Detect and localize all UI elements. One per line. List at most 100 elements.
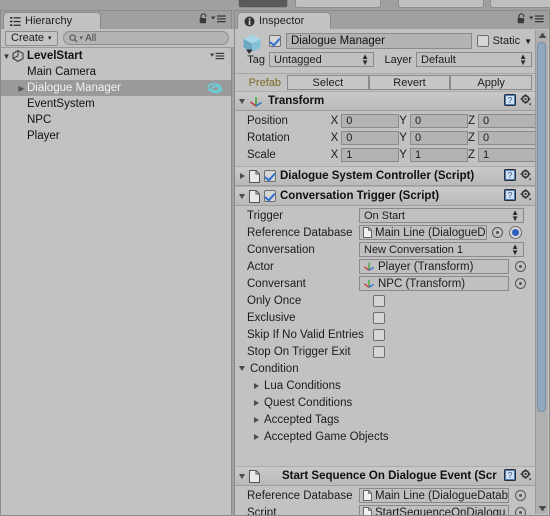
ct-foldout-arrow[interactable] [235, 193, 249, 199]
object-picker-icon[interactable] [515, 507, 526, 515]
hierarchy-item-player[interactable]: Player [1, 128, 231, 144]
gameobject-name-input[interactable]: Dialogue Manager [286, 33, 472, 49]
prefab-apply-button[interactable]: Apply [450, 75, 533, 90]
gear-icon[interactable] [520, 189, 532, 201]
hierarchy-scene-row[interactable]: ▼ LevelStart [1, 48, 231, 64]
gameobject-enabled-checkbox[interactable] [269, 35, 281, 47]
ss-foldout-arrow[interactable] [235, 473, 249, 479]
create-button[interactable]: Create ▾ [5, 30, 58, 46]
stop-on-trigger-exit-checkbox[interactable] [373, 345, 385, 358]
prefab-select-button[interactable]: Select [287, 75, 369, 90]
toolbar-button-4[interactable] [490, 0, 550, 8]
reference-database-objectfield[interactable]: Main Line (DialogueD [359, 225, 487, 240]
axis-z-label: Z [467, 114, 475, 127]
position-x-input[interactable]: 0 [341, 113, 400, 128]
condition-foldout[interactable]: Condition [235, 360, 536, 377]
toolbar-button-2[interactable] [295, 0, 381, 8]
hierarchy-item-dialogue-manager[interactable]: ▶ Dialogue Manager [1, 80, 231, 96]
ss-reference-database-row: Reference Database Main Line (DialogueDa… [235, 487, 536, 504]
help-book-icon[interactable]: ? [504, 189, 516, 201]
ss-script-objectfield[interactable]: StartSequenceOnDialogu [359, 505, 509, 515]
stop-on-trigger-exit-label: Stop On Trigger Exit [247, 345, 351, 358]
transform-foldout-arrow[interactable] [235, 98, 249, 104]
tab-hierarchy[interactable]: Hierarchy [3, 12, 101, 29]
start-sequence-header[interactable]: Start Sequence On Dialogue Event (Scri ? [235, 466, 536, 486]
exclusive-checkbox[interactable] [373, 311, 385, 324]
panel-menu-icon[interactable] [211, 14, 226, 24]
object-picker-icon[interactable] [515, 261, 526, 272]
dialogue-system-controller-header[interactable]: Dialogue System Controller (Script) ? [235, 166, 536, 186]
hierarchy-search-value: All [85, 32, 97, 44]
script-icon [249, 469, 260, 483]
position-z-input[interactable]: 0 [477, 113, 536, 128]
gear-icon[interactable] [520, 169, 532, 181]
tag-dropdown[interactable]: Untagged ▲ ▼ [269, 52, 374, 67]
position-y-input[interactable]: 0 [409, 113, 468, 128]
toolbar-button-hand[interactable] [238, 0, 288, 8]
accepted-game-objects-label: Accepted Game Objects [264, 430, 389, 443]
reference-database-radio[interactable] [509, 226, 522, 239]
lock-icon[interactable] [199, 13, 208, 24]
ct-enabled-checkbox[interactable] [264, 190, 276, 202]
quest-conditions-foldout[interactable]: Quest Conditions [235, 394, 536, 411]
gear-icon[interactable] [520, 94, 532, 106]
scale-x-input[interactable]: 1 [341, 147, 400, 162]
scroll-down-arrow-icon[interactable] [538, 505, 547, 512]
axis-z-label: Z [467, 131, 475, 144]
conversant-objectfield[interactable]: NPC (Transform) [359, 276, 509, 291]
script-icon [363, 507, 372, 515]
only-once-checkbox[interactable] [373, 294, 385, 307]
trigger-value: On Start [364, 209, 405, 222]
rotation-x-input[interactable]: 0 [341, 130, 400, 145]
layer-dropdown[interactable]: Default ▲ ▼ [416, 52, 532, 67]
static-dropdown-arrow[interactable]: ▼ [524, 37, 532, 46]
help-book-icon[interactable]: ? [504, 469, 516, 481]
skip-if-no-valid-entries-checkbox[interactable] [373, 328, 385, 341]
object-picker-icon[interactable] [515, 278, 526, 289]
help-book-icon[interactable]: ? [504, 94, 516, 106]
toolbar-button-3[interactable] [398, 0, 484, 8]
trigger-dropdown[interactable]: On Start ▲ ▼ [359, 208, 524, 223]
prefab-revert-button[interactable]: Revert [368, 75, 451, 90]
skip-if-no-valid-entries-label: Skip If No Valid Entries [247, 328, 364, 341]
scroll-up-arrow-icon[interactable] [538, 32, 547, 39]
hierarchy-item-eventsystem[interactable]: EventSystem [1, 96, 231, 112]
scene-foldout-arrow[interactable]: ▼ [1, 52, 12, 61]
hierarchy-panel: Hierarchy Create ▾ ▾ All ▼ LevelStart Ma… [0, 10, 235, 516]
dsc-enabled-checkbox[interactable] [264, 170, 276, 182]
scene-menu-icon[interactable] [210, 52, 225, 61]
hierarchy-search-input[interactable]: ▾ All [62, 31, 229, 45]
lock-icon[interactable] [517, 13, 526, 24]
static-checkbox[interactable] [476, 35, 489, 47]
scale-y-input[interactable]: 1 [409, 147, 468, 162]
hierarchy-item-npc[interactable]: NPC [1, 112, 231, 128]
scale-z-input[interactable]: 1 [477, 147, 536, 162]
gear-icon[interactable] [520, 469, 532, 481]
conversation-trigger-header[interactable]: Conversation Trigger (Script) ? [235, 186, 536, 206]
lua-conditions-label: Lua Conditions [264, 379, 341, 392]
search-dropdown-arrow[interactable]: ▾ [80, 34, 84, 42]
tab-inspector[interactable]: Inspector [237, 12, 331, 29]
rotation-z-input[interactable]: 0 [477, 130, 536, 145]
dsc-foldout-arrow[interactable] [235, 173, 249, 179]
conversation-dropdown[interactable]: New Conversation 1 ▲ ▼ [359, 242, 524, 257]
rotation-y-input[interactable]: 0 [409, 130, 468, 145]
item-foldout-arrow[interactable]: ▶ [16, 84, 27, 93]
lua-conditions-foldout[interactable]: Lua Conditions [235, 377, 536, 394]
accepted-game-objects-foldout[interactable]: Accepted Game Objects [235, 428, 536, 445]
help-book-icon[interactable]: ? [504, 169, 516, 181]
object-picker-icon[interactable] [515, 490, 526, 501]
actor-objectfield[interactable]: Player (Transform) [359, 259, 509, 274]
exclusive-row: Exclusive [235, 309, 536, 326]
chevron-updown-icon: ▲ ▼ [519, 52, 527, 67]
ss-reference-database-objectfield[interactable]: Main Line (DialogueDatab [359, 488, 509, 503]
inspector-vertical-scrollbar[interactable] [535, 30, 548, 514]
panel-menu-icon[interactable] [529, 14, 544, 24]
transform-component-header[interactable]: Transform ? [235, 91, 536, 111]
object-picker-icon[interactable] [492, 227, 503, 238]
hierarchy-item-main-camera[interactable]: Main Camera [1, 64, 231, 80]
hierarchy-tabstrip: Hierarchy [1, 11, 231, 29]
accepted-tags-foldout[interactable]: Accepted Tags [235, 411, 536, 428]
scrollbar-thumb[interactable] [537, 42, 546, 412]
prefab-row: Prefab Select Revert Apply [235, 74, 536, 91]
